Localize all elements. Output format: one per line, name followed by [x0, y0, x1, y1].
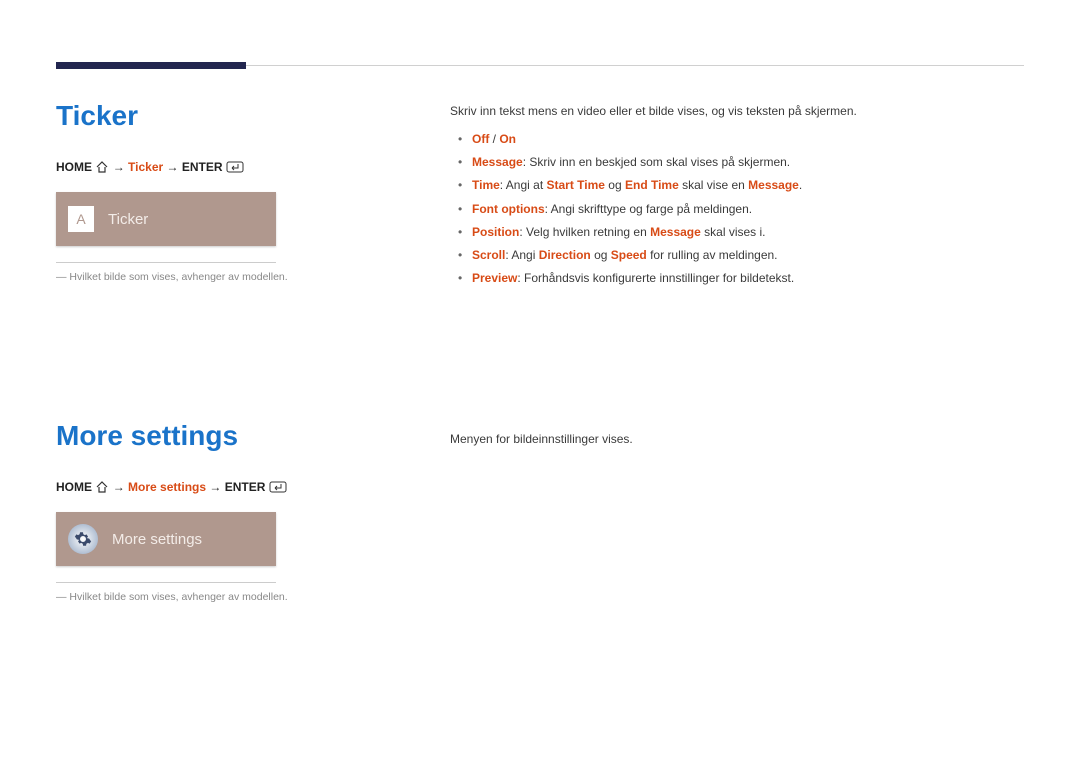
- option-font: Font options: Angi skrifttype og farge p…: [450, 200, 1024, 219]
- t: og: [591, 248, 611, 262]
- ticker-intro: Skriv inn tekst mens en video eller et b…: [450, 104, 1024, 118]
- letter-a-icon: A: [68, 206, 94, 232]
- enter-icon: [226, 161, 244, 173]
- key-start-time: Start Time: [547, 178, 605, 192]
- home-icon: [95, 481, 109, 493]
- key-font-options: Font options: [472, 202, 545, 216]
- more-thumb-label: More settings: [112, 531, 202, 548]
- ticker-thumbnail: A Ticker: [56, 192, 276, 246]
- more-thumbnail: More settings: [56, 512, 276, 566]
- ticker-description: Skriv inn tekst mens en video eller et b…: [450, 104, 1024, 292]
- option-time: Time: Angi at Start Time og End Time ska…: [450, 176, 1024, 195]
- key-message-inline: Message: [650, 225, 701, 239]
- more-breadcrumb: HOME → More settings → ENTER: [56, 480, 396, 494]
- thumb-divider: [56, 262, 276, 263]
- t: og: [605, 178, 625, 192]
- key-off: Off: [472, 132, 489, 146]
- t: for rulling av meldingen.: [647, 248, 778, 262]
- option-off-on: Off / On: [450, 130, 1024, 149]
- option-scroll: Scroll: Angi Direction og Speed for rull…: [450, 246, 1024, 265]
- ticker-thumb-label: Ticker: [108, 211, 148, 228]
- breadcrumb-enter: ENTER: [225, 480, 266, 494]
- ticker-section: Ticker HOME → Ticker → ENTER A Ticker ― …: [56, 100, 396, 283]
- t: .: [799, 178, 802, 192]
- arrow-glyph: →: [113, 480, 128, 494]
- arrow-glyph: →: [167, 160, 182, 174]
- more-note: ― Hvilket bilde som vises, avhenger av m…: [56, 591, 316, 603]
- note-text: Hvilket bilde som vises, avhenger av mod…: [69, 591, 287, 603]
- t: skal vise en: [679, 178, 748, 192]
- breadcrumb-home: HOME: [56, 160, 92, 174]
- more-intro: Menyen for bildeinnstillinger vises.: [450, 432, 1024, 446]
- arrow-glyph: →: [209, 480, 224, 494]
- text-font: : Angi skrifttype og farge på meldingen.: [545, 202, 752, 216]
- breadcrumb-enter: ENTER: [182, 160, 223, 174]
- home-icon: [95, 161, 109, 173]
- thumb-divider: [56, 582, 276, 583]
- t: skal vises i.: [701, 225, 766, 239]
- key-message-inline: Message: [748, 178, 799, 192]
- breadcrumb-target: Ticker: [128, 160, 163, 174]
- key-direction: Direction: [539, 248, 591, 262]
- more-settings-heading: More settings: [56, 420, 396, 452]
- t: : Angi: [505, 248, 538, 262]
- key-message: Message: [472, 155, 523, 169]
- gear-icon: [68, 524, 98, 554]
- key-scroll: Scroll: [472, 248, 505, 262]
- more-settings-section: More settings HOME → More settings → ENT…: [56, 420, 396, 603]
- accent-bar: [56, 62, 246, 69]
- slash: /: [489, 132, 499, 146]
- note-text: Hvilket bilde som vises, avhenger av mod…: [69, 271, 287, 283]
- more-description: Menyen for bildeinnstillinger vises.: [450, 432, 1024, 458]
- ticker-breadcrumb: HOME → Ticker → ENTER: [56, 160, 396, 174]
- option-message: Message: Skriv inn en beskjed som skal v…: [450, 153, 1024, 172]
- note-dash: ―: [56, 271, 67, 283]
- key-position: Position: [472, 225, 519, 239]
- t: : Velg hvilken retning en: [519, 225, 650, 239]
- ticker-heading: Ticker: [56, 100, 396, 132]
- option-preview: Preview: Forhåndsvis konfigurerte innsti…: [450, 269, 1024, 288]
- note-dash: ―: [56, 591, 67, 603]
- header-divider: [246, 65, 1024, 66]
- t: : Angi at: [500, 178, 547, 192]
- enter-icon: [269, 481, 287, 493]
- option-position: Position: Velg hvilken retning en Messag…: [450, 223, 1024, 242]
- arrow-glyph: →: [113, 160, 128, 174]
- key-end-time: End Time: [625, 178, 679, 192]
- ticker-options-list: Off / On Message: Skriv inn en beskjed s…: [450, 130, 1024, 288]
- text-message: : Skriv inn en beskjed som skal vises på…: [523, 155, 790, 169]
- breadcrumb-target: More settings: [128, 480, 206, 494]
- key-on: On: [499, 132, 516, 146]
- key-preview: Preview: [472, 271, 517, 285]
- key-time: Time: [472, 178, 500, 192]
- key-speed: Speed: [611, 248, 647, 262]
- ticker-note: ― Hvilket bilde som vises, avhenger av m…: [56, 271, 316, 283]
- text-preview: : Forhåndsvis konfigurerte innstillinger…: [517, 271, 794, 285]
- breadcrumb-home: HOME: [56, 480, 92, 494]
